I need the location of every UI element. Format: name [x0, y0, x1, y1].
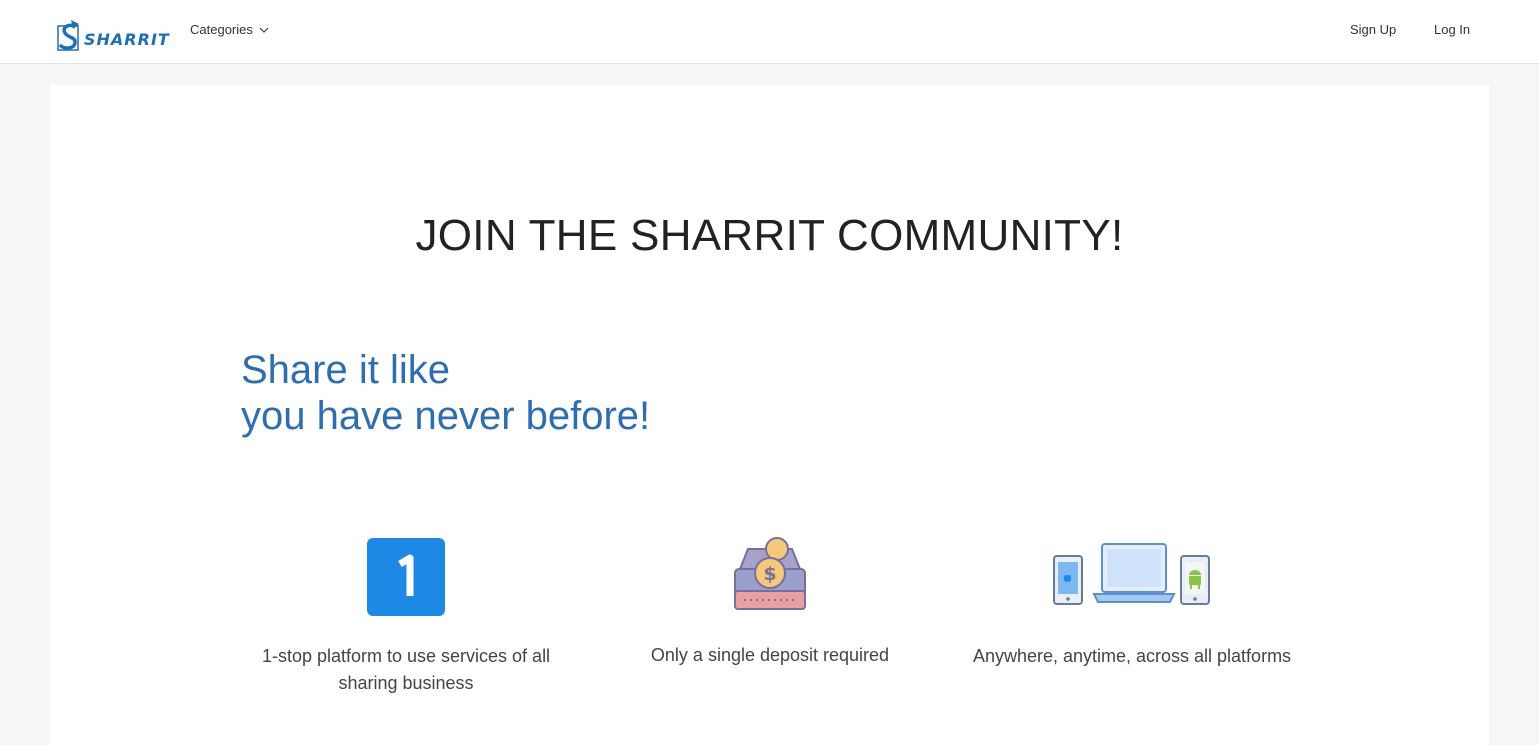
tagline-line-1: Share it like [241, 348, 450, 392]
sharrit-logo[interactable]: SHARRIT [57, 16, 170, 52]
feature-all-platforms: Anywhere, anytime, across all platforms [962, 535, 1302, 670]
deposit-box-icon: $ [600, 535, 940, 619]
tagline: Share it like you have never before! [241, 347, 650, 439]
feature-text: Only a single deposit required [650, 645, 890, 665]
logo-wordmark: SHARRIT [84, 30, 170, 49]
main-content-card: JOIN THE SHARRIT COMMUNITY! Share it lik… [50, 85, 1489, 745]
categories-label: Categories [190, 22, 253, 37]
feature-one-stop: 1-stop platform to use services of all s… [236, 535, 576, 697]
page-headline: JOIN THE SHARRIT COMMUNITY! [415, 211, 1124, 260]
chevron-down-icon [259, 27, 269, 33]
top-navbar: SHARRIT Categories Sign Up Log In [0, 0, 1539, 64]
feature-text: 1-stop platform to use services of all s… [261, 646, 551, 693]
number-one-icon [236, 535, 576, 619]
signup-link[interactable]: Sign Up [1350, 22, 1396, 37]
logo-s-mark-icon [57, 18, 83, 52]
svg-text:$: $ [763, 563, 776, 585]
tagline-line-2: you have never before! [241, 394, 651, 438]
categories-dropdown[interactable]: Categories [190, 22, 269, 37]
multi-device-icon [962, 535, 1302, 619]
login-link[interactable]: Log In [1434, 22, 1470, 37]
feature-text: Anywhere, anytime, across all platforms [972, 646, 1292, 666]
feature-single-deposit: $ Only a single deposit required [600, 535, 940, 669]
